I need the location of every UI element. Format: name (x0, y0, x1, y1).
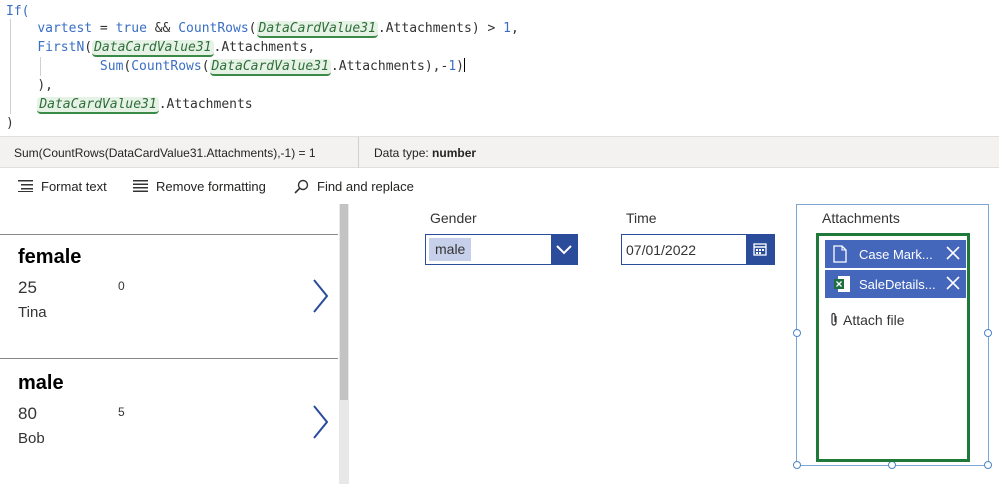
code-text: .Attachments (158, 97, 253, 112)
gender-label: Gender (430, 210, 477, 226)
document-icon (833, 245, 847, 263)
search-icon (294, 179, 309, 194)
resize-handle[interactable] (984, 461, 992, 469)
data-type-label: Data type: (374, 146, 429, 160)
row-divider (0, 358, 338, 359)
time-date-picker[interactable]: 07/01/2022 (621, 234, 775, 265)
item-number: 5 (118, 405, 125, 419)
data-type-info: Data type: number (374, 146, 476, 160)
calendar-button[interactable] (746, 235, 774, 264)
item-number: 0 (118, 279, 125, 293)
remove-formatting-button[interactable]: Remove formatting (133, 177, 266, 195)
attachments-control[interactable]: Case Mark... SaleDetails... Attach file (816, 233, 970, 462)
format-text-button[interactable]: Format text (18, 177, 107, 195)
item-age: 80 (18, 404, 37, 423)
remove-formatting-label: Remove formatting (156, 178, 266, 194)
resize-handle[interactable] (793, 329, 801, 337)
item-age: 25 (18, 278, 37, 297)
attachment-name: SaleDetails... (859, 277, 936, 292)
item-title: male (18, 372, 64, 394)
calendar-icon (753, 243, 767, 256)
resize-handle[interactable] (888, 461, 896, 469)
code-keyword: true (115, 21, 147, 36)
time-value: 07/01/2022 (626, 242, 697, 258)
code-keyword: If( (6, 4, 30, 19)
dropdown-button[interactable] (551, 235, 577, 264)
gallery-item[interactable]: female 25 0 Tina (0, 234, 338, 359)
code-text: ( (201, 59, 210, 74)
attach-file-label: Attach file (843, 312, 905, 328)
resize-handle[interactable] (793, 461, 801, 469)
code-text: ), (37, 78, 53, 93)
control-reference: DataCardValue31 (92, 40, 214, 57)
code-text: ( (248, 21, 257, 36)
gender-value: male (429, 238, 472, 261)
formula-result-bar: Sum(CountRows(DataCardValue31.Attachment… (0, 136, 999, 168)
attachment-item[interactable]: SaleDetails... (825, 270, 966, 298)
code-line: vartest = true && CountRows(DataCardValu… (6, 19, 519, 38)
item-name: Bob (18, 430, 45, 447)
divider (358, 137, 359, 168)
control-reference: DataCardValue31 (256, 21, 378, 38)
find-replace-label: Find and replace (317, 178, 414, 194)
find-replace-button[interactable]: Find and replace (294, 177, 414, 195)
gallery-item[interactable]: male 80 5 Bob (0, 360, 338, 484)
code-text: .Attachments),- (330, 59, 449, 74)
formula-result: Sum(CountRows(DataCardValue31.Attachment… (14, 146, 316, 160)
code-keyword: CountRows (131, 59, 202, 74)
attachment-item[interactable]: Case Mark... (825, 240, 966, 268)
code-text: ) (456, 59, 464, 74)
code-line: ) (6, 114, 14, 133)
code-text: , (510, 21, 519, 36)
code-line: DataCardValue31 .Attachments (6, 95, 253, 114)
data-type-value: number (432, 146, 477, 160)
code-text: ( (84, 40, 93, 55)
code-keyword: vartest (37, 21, 93, 36)
attach-file-button[interactable]: Attach file (829, 312, 904, 328)
code-text: .Attachments) > (377, 21, 504, 36)
time-label: Time (626, 210, 657, 226)
chevron-right-icon[interactable] (312, 405, 328, 439)
gender-dropdown[interactable]: male (425, 234, 578, 265)
gallery: female 25 0 Tina male 80 5 Bob (0, 204, 349, 484)
excel-file-icon (834, 276, 850, 292)
format-text-icon (18, 180, 33, 192)
code-keyword: 1 (503, 21, 511, 36)
item-title: female (18, 246, 82, 268)
control-reference: DataCardValue31 (37, 97, 159, 114)
close-icon[interactable] (946, 246, 960, 260)
chevron-down-icon (556, 245, 572, 255)
code-keyword: Sum (99, 59, 124, 74)
formula-toolbar: Format text Remove formatting Find and r… (0, 168, 999, 204)
code-line: FirstN(DataCardValue31 .Attachments, (6, 38, 315, 57)
code-text: && (146, 21, 179, 36)
chevron-right-icon[interactable] (312, 279, 328, 313)
code-text: ) (6, 116, 14, 131)
code-keyword: FirstN (37, 40, 85, 55)
remove-formatting-icon (133, 180, 148, 192)
control-reference: DataCardValue31 (209, 59, 331, 76)
formula-editor[interactable]: If( vartest = true && CountRows(DataCard… (0, 0, 999, 136)
text-cursor (463, 58, 465, 72)
resize-handle[interactable] (984, 329, 992, 337)
paperclip-icon (831, 312, 837, 326)
code-text: = (92, 21, 116, 36)
code-keyword: CountRows (178, 21, 249, 36)
attachment-name: Case Mark... (859, 247, 933, 262)
scrollbar-thumb[interactable] (340, 204, 348, 400)
format-text-label: Format text (41, 178, 107, 194)
code-keyword: 1 (448, 59, 457, 74)
row-divider (0, 234, 338, 235)
item-name: Tina (18, 304, 47, 321)
code-line: ), (6, 76, 53, 95)
close-icon[interactable] (946, 276, 960, 290)
code-line: Sum(CountRows(DataCardValue31 .Attachment… (6, 57, 465, 76)
code-text: .Attachments, (213, 40, 316, 55)
